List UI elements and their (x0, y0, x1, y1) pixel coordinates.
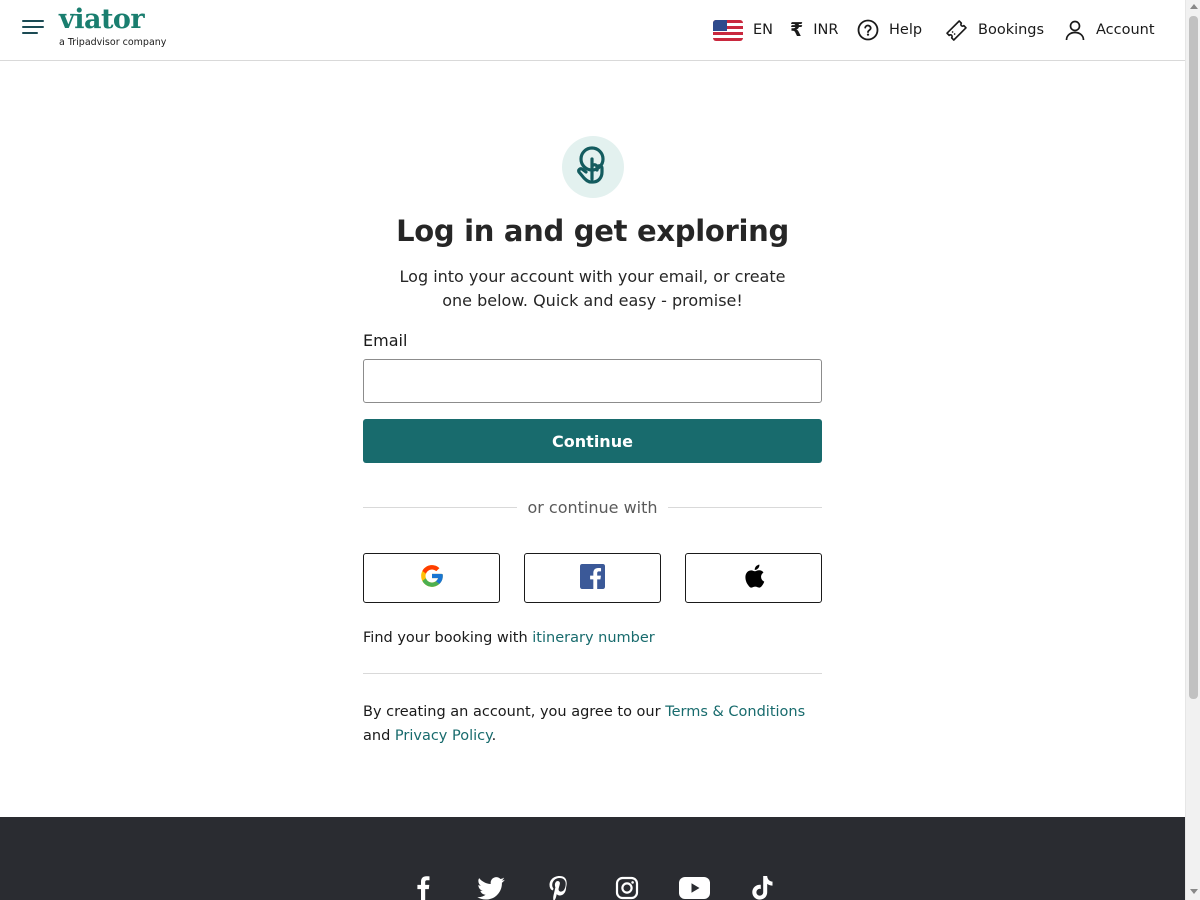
section-divider (363, 673, 822, 674)
scroll-up-arrow-icon[interactable] (1190, 4, 1198, 9)
hamburger-menu-icon[interactable] (22, 20, 44, 38)
rupee-icon: ₹ (790, 19, 804, 41)
email-field[interactable] (363, 359, 822, 403)
google-icon (419, 563, 445, 593)
find-booking-text: Find your booking with itinerary number (363, 630, 822, 646)
page-scrollbar[interactable] (1185, 0, 1200, 900)
facebook-icon[interactable] (412, 875, 434, 900)
terms-and: and (363, 728, 395, 744)
help-link[interactable]: Help (857, 0, 922, 60)
currency-label: INR (813, 22, 839, 38)
facebook-icon (580, 563, 605, 593)
help-icon (857, 19, 879, 41)
currency-selector[interactable]: ₹ INR (790, 0, 838, 60)
user-icon (1064, 19, 1086, 41)
terms-prefix: By creating an account, you agree to our (363, 704, 666, 720)
pinterest-icon[interactable] (547, 875, 571, 900)
apple-icon (742, 563, 766, 593)
terms-text: By creating an account, you agree to our… (363, 700, 822, 748)
itinerary-number-link[interactable]: itinerary number (532, 630, 654, 646)
account-label: Account (1096, 22, 1155, 38)
viator-logo[interactable]: viator a Tripadvisor company (59, 4, 166, 48)
page-title: Log in and get exploring (396, 214, 789, 248)
tap-finger-icon (561, 136, 624, 198)
divider-text: or continue with (527, 498, 658, 517)
youtube-icon[interactable] (678, 875, 710, 900)
login-panel: Log in and get exploring Log into your a… (363, 136, 822, 748)
account-link[interactable]: Account (1064, 0, 1155, 60)
apple-login-button[interactable] (685, 553, 822, 603)
google-login-button[interactable] (363, 553, 500, 603)
tiktok-icon[interactable] (750, 875, 774, 900)
language-label: EN (753, 22, 774, 38)
bookings-label: Bookings (978, 22, 1045, 38)
privacy-policy-link[interactable]: Privacy Policy (395, 728, 492, 744)
email-label: Email (363, 331, 408, 350)
page-subtitle: Log into your account with your email, o… (399, 267, 786, 310)
site-footer (0, 817, 1185, 900)
find-booking-prefix: Find your booking with (363, 630, 533, 646)
us-flag-icon (713, 19, 743, 41)
ticket-icon (945, 19, 968, 42)
twitter-icon[interactable] (476, 875, 506, 900)
divider-line (667, 507, 822, 508)
help-label: Help (889, 22, 923, 38)
language-selector[interactable]: EN (713, 0, 773, 60)
divider-line (363, 507, 518, 508)
facebook-login-button[interactable] (524, 553, 661, 603)
or-divider: or continue with (363, 498, 822, 517)
instagram-icon[interactable] (614, 875, 640, 900)
terms-suffix: . (491, 728, 497, 744)
terms-conditions-link[interactable]: Terms & Conditions (665, 704, 805, 720)
scroll-down-arrow-icon[interactable] (1190, 889, 1198, 894)
logo-subtitle: a Tripadvisor company (59, 37, 167, 48)
scroll-thumb[interactable] (1189, 16, 1198, 699)
continue-button[interactable]: Continue (363, 419, 822, 463)
bookings-link[interactable]: Bookings (945, 0, 1044, 60)
site-header: viator a Tripadvisor company EN ₹ INR He… (0, 0, 1185, 61)
social-login-row (363, 553, 822, 603)
logo-wordmark: viator (59, 4, 145, 35)
footer-social-links (0, 875, 1185, 900)
